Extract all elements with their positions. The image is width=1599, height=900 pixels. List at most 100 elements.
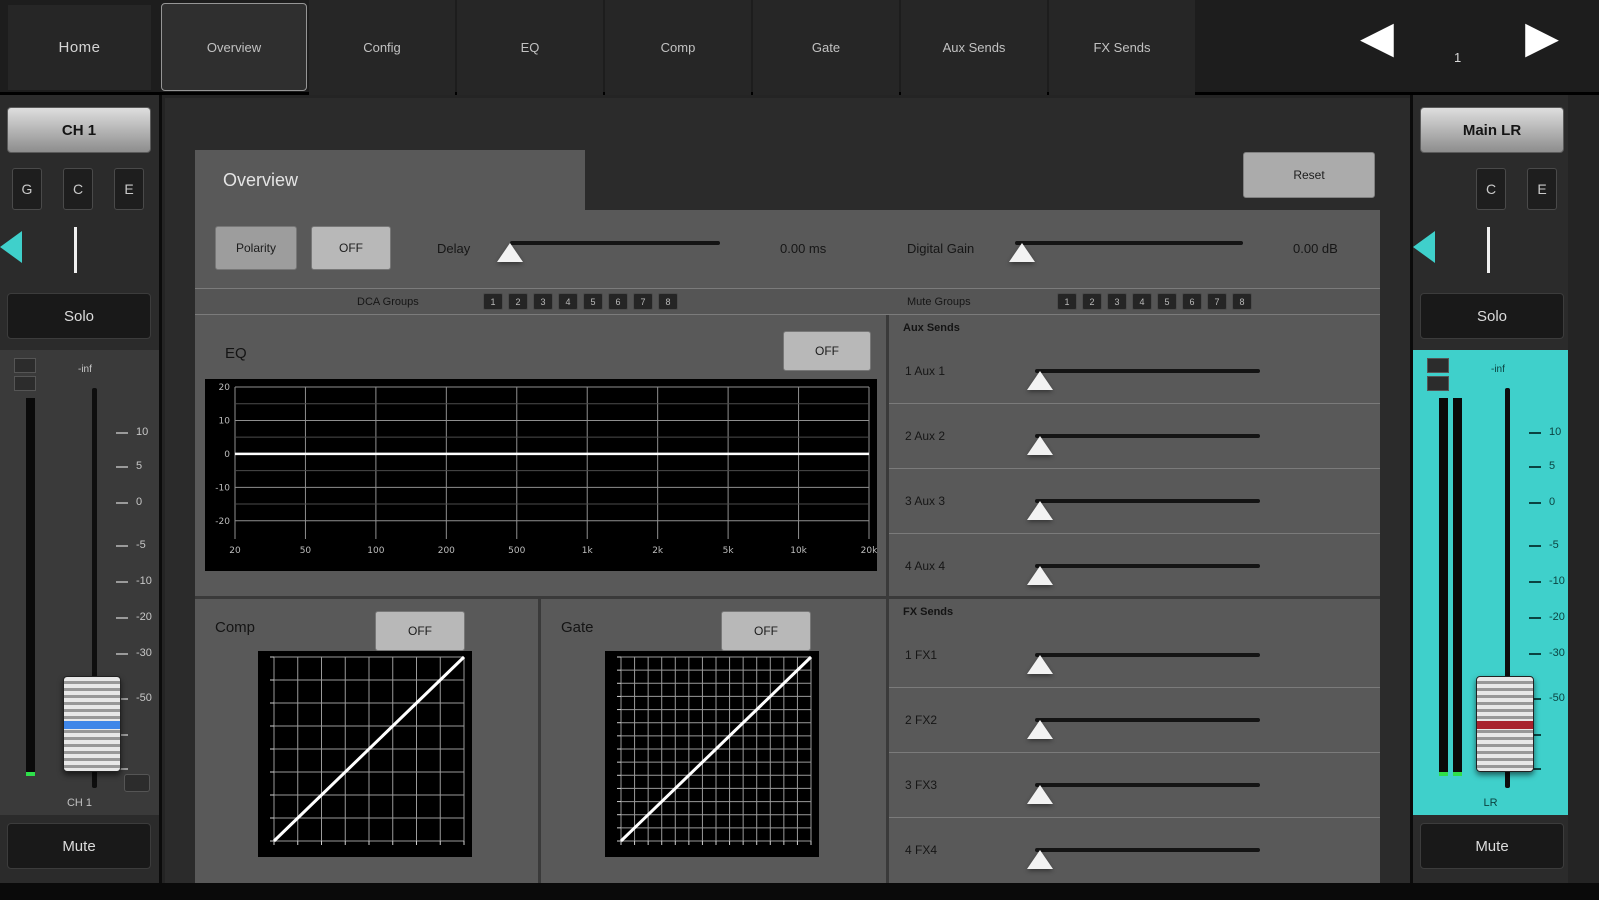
scale-tick xyxy=(1529,653,1541,655)
aux-send-row: 1 Aux 1 xyxy=(889,339,1380,404)
aux-send-4-slider-handle[interactable] xyxy=(1026,566,1053,585)
aux-send-slider-track xyxy=(1035,434,1260,438)
mute-group-button-1[interactable]: 1 xyxy=(1057,293,1077,310)
tab-overview[interactable]: Overview xyxy=(161,3,307,91)
dca-group-button-3[interactable]: 3 xyxy=(533,293,553,310)
aux-send-3-slider-handle[interactable] xyxy=(1026,501,1053,520)
pan-control[interactable] xyxy=(0,223,159,279)
gate-curve-graph[interactable] xyxy=(605,651,819,857)
meter-fader-area: -inf 10 5 0 -5 -10 -20 -30 -50 CH 1 xyxy=(0,350,159,815)
main-lr-select-button[interactable]: Main LR xyxy=(1420,107,1564,153)
tab-bar: Overview Config EQ Comp Gate Aux Sends FX Send… xyxy=(161,0,1197,95)
dca-groups-label: DCA Groups xyxy=(357,296,419,308)
mute-group-button-6[interactable]: 6 xyxy=(1182,293,1202,310)
pan-control[interactable] xyxy=(1413,223,1568,279)
g-quick-button[interactable]: G xyxy=(12,168,42,210)
svg-text:0: 0 xyxy=(224,450,230,460)
aux-send-slider xyxy=(1026,361,1260,391)
solo-button[interactable]: Solo xyxy=(1420,293,1564,339)
main-content: Overview Reset Polarity OFF Delay 0.00 m… xyxy=(165,98,1410,883)
aux-send-row: 2 Aux 2 xyxy=(889,404,1380,469)
quick-access-buttons: GCE xyxy=(0,168,159,210)
scale-tick xyxy=(116,653,128,655)
svg-text:5k: 5k xyxy=(723,546,735,556)
channel-select-button[interactable]: CH 1 xyxy=(7,107,151,153)
overview-panel-tab: Overview xyxy=(195,150,585,211)
comp-curve-graph[interactable] xyxy=(258,651,472,857)
digital-gain-label: Digital Gain xyxy=(907,241,975,256)
solo-button[interactable]: Solo xyxy=(7,293,151,339)
scale-tick xyxy=(1529,502,1541,504)
polarity-button[interactable]: Polarity xyxy=(215,226,297,270)
tab-comp[interactable]: Comp xyxy=(605,0,751,95)
aux-send-slider xyxy=(1026,426,1260,456)
svg-text:10k: 10k xyxy=(790,546,807,556)
mute-button[interactable]: Mute xyxy=(1420,823,1564,869)
next-channel-icon[interactable]: ▶ xyxy=(1525,8,1559,68)
dca-group-button-4[interactable]: 4 xyxy=(558,293,578,310)
fader-channel-name: CH 1 xyxy=(66,797,93,809)
polarity-off-toggle[interactable]: OFF xyxy=(311,226,391,270)
fx-send-2-slider-handle[interactable] xyxy=(1026,720,1053,739)
mixer-app: Home Overview Config EQ Comp Gate Aux Sends FX… xyxy=(0,0,1599,900)
prev-channel-icon[interactable]: ◀ xyxy=(1360,8,1394,68)
fx-send-3-slider-handle[interactable] xyxy=(1026,785,1053,804)
gate-section-title: Gate xyxy=(561,619,594,636)
main-fader-handle[interactable] xyxy=(1476,676,1534,772)
aux-send-label: 2 Aux 2 xyxy=(905,429,946,443)
fx-sends-section: FX Sends 1 FX1 2 FX2 3 FX3 4 FX4 xyxy=(889,599,1380,883)
delay-label: Delay xyxy=(437,241,471,256)
mute-button[interactable]: Mute xyxy=(7,823,151,869)
scale-tick xyxy=(1529,466,1541,468)
c-quick-button[interactable]: C xyxy=(1476,168,1506,210)
tab-fx-sends[interactable]: FX Sends xyxy=(1049,0,1195,95)
eq-off-toggle[interactable]: OFF xyxy=(783,331,871,371)
dca-group-button-8[interactable]: 8 xyxy=(658,293,678,310)
mute-group-button-2[interactable]: 2 xyxy=(1082,293,1102,310)
mute-group-button-3[interactable]: 3 xyxy=(1107,293,1127,310)
dca-group-button-6[interactable]: 6 xyxy=(608,293,628,310)
scale-label: 0 xyxy=(136,496,143,508)
dca-group-button-5[interactable]: 5 xyxy=(583,293,603,310)
home-button[interactable]: Home xyxy=(8,5,151,90)
e-quick-button[interactable]: E xyxy=(1527,168,1557,210)
scale-tick xyxy=(1529,581,1541,583)
page-title: Overview xyxy=(223,170,299,190)
dca-group-button-1[interactable]: 1 xyxy=(483,293,503,310)
tab-aux-sends[interactable]: Aux Sends xyxy=(901,0,1047,95)
reset-button[interactable]: Reset xyxy=(1243,152,1375,198)
channel-fader-handle[interactable] xyxy=(63,676,121,772)
mute-group-button-7[interactable]: 7 xyxy=(1207,293,1227,310)
fx-send-slider-track xyxy=(1035,653,1260,657)
fx-send-4-slider-handle[interactable] xyxy=(1026,850,1053,869)
scale-label: -20 xyxy=(1549,611,1565,623)
digital-gain-slider-track xyxy=(1015,241,1243,245)
scale-tick xyxy=(1529,432,1541,434)
e-quick-button[interactable]: E xyxy=(114,168,144,210)
digital-gain-slider-handle[interactable] xyxy=(1008,243,1035,262)
mute-group-button-4[interactable]: 4 xyxy=(1132,293,1152,310)
scale-label: -10 xyxy=(1549,575,1565,587)
tab-gate[interactable]: Gate xyxy=(753,0,899,95)
tab-config[interactable]: Config xyxy=(309,0,455,95)
aux-send-slider-track xyxy=(1035,499,1260,503)
dca-group-button-2[interactable]: 2 xyxy=(508,293,528,310)
mute-group-button-8[interactable]: 8 xyxy=(1232,293,1252,310)
aux-send-2-slider-handle[interactable] xyxy=(1026,436,1053,455)
eq-curve-graph[interactable]: 20 50 100 200 500 1k 2k 5k 10k 20k 20 10 0 -10 -20 xyxy=(205,379,878,571)
gate-off-toggle[interactable]: OFF xyxy=(721,611,811,651)
delay-slider-handle[interactable] xyxy=(497,243,523,262)
c-quick-button[interactable]: C xyxy=(63,168,93,210)
pan-center-mark xyxy=(1487,227,1490,273)
scale-tick xyxy=(116,617,128,619)
tab-eq[interactable]: EQ xyxy=(457,0,603,95)
dca-group-button-7[interactable]: 7 xyxy=(633,293,653,310)
fx-send-1-slider-handle[interactable] xyxy=(1026,655,1053,674)
scale-label: -30 xyxy=(1549,647,1565,659)
scale-label: 5 xyxy=(136,460,143,472)
fx-send-row: 2 FX2 xyxy=(889,688,1380,753)
aux-send-1-slider-handle[interactable] xyxy=(1026,371,1053,390)
mute-group-button-5[interactable]: 5 xyxy=(1157,293,1177,310)
svg-text:-10: -10 xyxy=(215,483,230,493)
comp-off-toggle[interactable]: OFF xyxy=(375,611,465,651)
